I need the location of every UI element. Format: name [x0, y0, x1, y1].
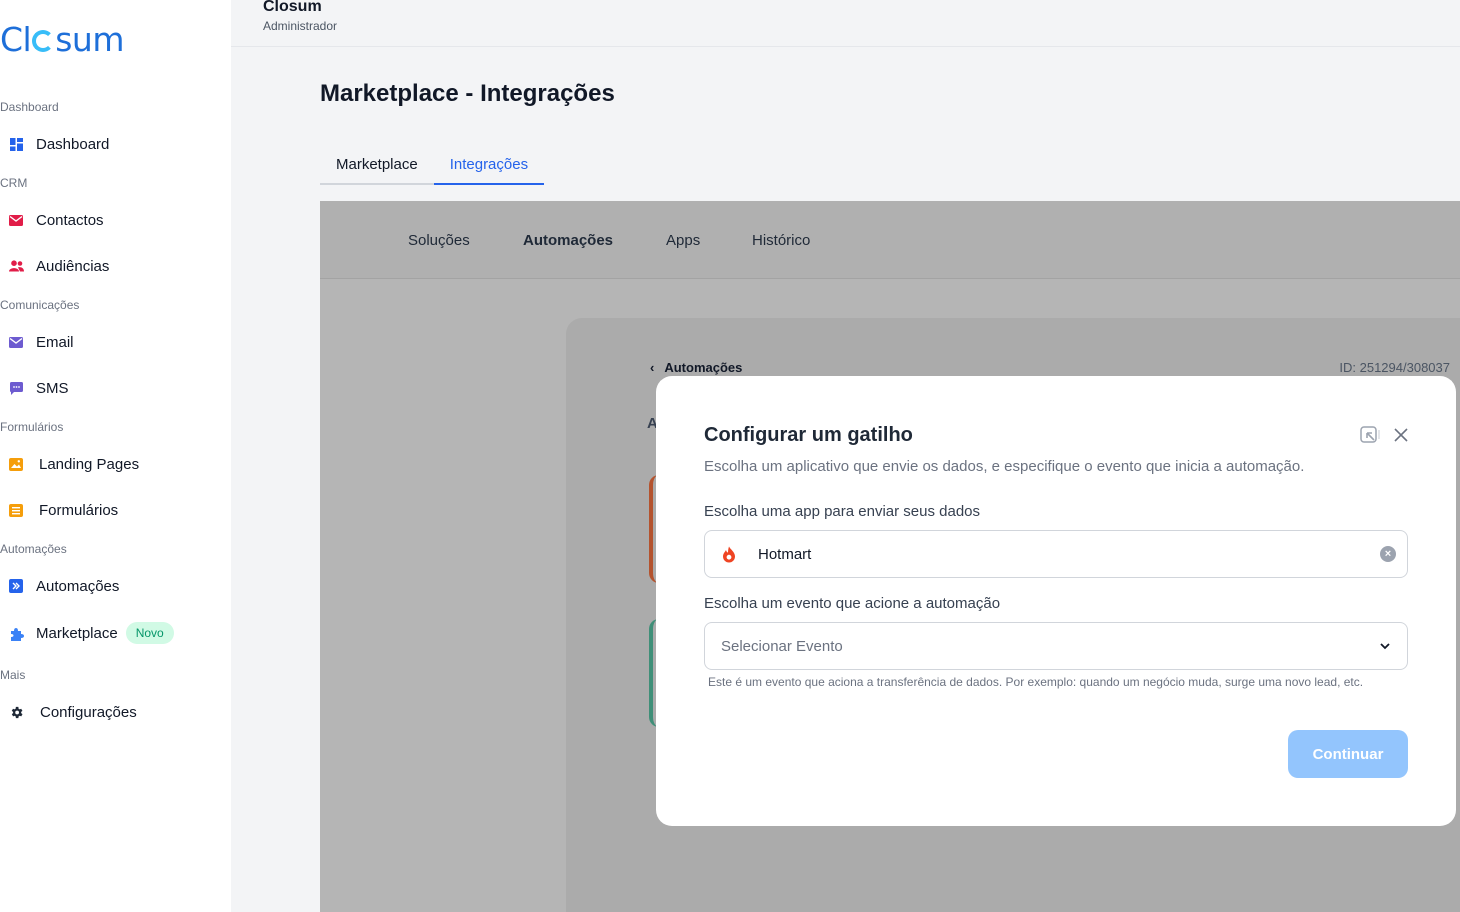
- section-comunicacoes: Comunicações: [0, 298, 80, 312]
- sidebar-item-label: Contactos: [36, 211, 104, 229]
- tab-integracoes[interactable]: Integrações: [433, 150, 545, 185]
- integrations-subnav: Soluções Automações Apps Histórico: [320, 201, 1460, 279]
- section-crm: CRM: [0, 176, 28, 190]
- chevron-left-icon: ‹: [650, 360, 655, 375]
- automation-icon: [8, 578, 24, 594]
- envelope-icon: [8, 212, 24, 228]
- section-mais: Mais: [0, 668, 26, 682]
- event-select[interactable]: Selecionar Evento: [704, 622, 1408, 670]
- sidebar-item-label: Dashboard: [36, 135, 110, 153]
- close-icon[interactable]: [1394, 428, 1408, 447]
- gear-icon: [8, 704, 24, 720]
- logo-o-mark: [32, 30, 55, 52]
- event-field-label: Escolha um evento que acione a automação: [704, 595, 1001, 612]
- minimize-icon[interactable]: [1360, 426, 1380, 449]
- image-icon: [8, 456, 24, 472]
- sidebar: Cl sum Dashboard Dashboard CRM Contactos …: [0, 0, 231, 912]
- sidebar-item-sms[interactable]: SMS: [8, 376, 69, 400]
- section-automacoes: Automações: [0, 542, 67, 556]
- configure-trigger-modal: Configurar um gatilho Escolha um aplicat…: [656, 376, 1456, 826]
- puzzle-icon: [8, 625, 24, 641]
- sidebar-item-label: Automações: [36, 577, 120, 595]
- sidebar-item-audiencias[interactable]: Audiências: [8, 254, 109, 278]
- chevron-down-icon: [1379, 638, 1391, 659]
- sidebar-item-configuracoes[interactable]: Configurações: [8, 700, 137, 724]
- modal-title: Configurar um gatilho: [704, 424, 913, 446]
- hotmart-icon: [722, 546, 736, 563]
- sidebar-item-label: Configurações: [40, 703, 137, 721]
- app-select[interactable]: Hotmart ×: [704, 530, 1408, 578]
- modal-subtitle: Escolha um aplicativo que envie os dados…: [704, 458, 1305, 475]
- tab-marketplace[interactable]: Marketplace: [320, 150, 434, 185]
- page-title: Marketplace - Integrações: [320, 80, 615, 107]
- breadcrumb[interactable]: ‹ Automações: [650, 360, 742, 375]
- sidebar-item-automacoes[interactable]: Automações: [8, 574, 119, 598]
- modal-actions: [1360, 426, 1408, 449]
- subtab-apps[interactable]: Apps: [666, 232, 700, 249]
- page-tabs: Marketplace Integrações: [320, 150, 545, 185]
- user-role: Administrador: [263, 19, 338, 33]
- subtab-historico[interactable]: Histórico: [752, 232, 810, 249]
- clear-selection-icon[interactable]: ×: [1380, 546, 1396, 562]
- app-field-label: Escolha uma app para enviar seus dados: [704, 503, 981, 520]
- closum-logo[interactable]: Cl sum: [0, 20, 124, 59]
- sidebar-item-marketplace[interactable]: Marketplace Novo: [8, 621, 174, 645]
- section-formularios: Formulários: [0, 420, 64, 434]
- event-help-text: Este é um evento que aciona a transferên…: [708, 675, 1364, 689]
- sidebar-item-label: Marketplace: [36, 624, 118, 642]
- sidebar-item-email[interactable]: Email: [8, 330, 74, 354]
- sidebar-item-landing-pages[interactable]: Landing Pages: [8, 452, 139, 476]
- organization-name[interactable]: Closum: [263, 0, 322, 16]
- subtab-automacoes[interactable]: Automações: [523, 232, 613, 249]
- users-icon: [8, 258, 24, 274]
- mail-icon: [8, 334, 24, 350]
- sidebar-item-label: Email: [36, 333, 74, 351]
- new-badge: Novo: [125, 622, 174, 644]
- sidebar-item-formularios[interactable]: Formulários: [8, 498, 118, 522]
- automation-id: ID: 251294/308037: [1339, 360, 1450, 375]
- subtab-solucoes[interactable]: Soluções: [408, 232, 470, 249]
- continue-button[interactable]: Continuar: [1288, 730, 1408, 778]
- form-icon: [8, 502, 24, 518]
- section-dashboard: Dashboard: [0, 100, 59, 114]
- top-header: Closum Administrador: [231, 0, 1460, 47]
- sidebar-item-label: SMS: [36, 379, 69, 397]
- sidebar-item-label: Audiências: [36, 257, 110, 275]
- dashboard-icon: [8, 136, 24, 152]
- event-placeholder: Selecionar Evento: [721, 637, 843, 655]
- selected-app-value: Hotmart: [758, 545, 812, 563]
- sidebar-item-contactos[interactable]: Contactos: [8, 208, 104, 232]
- sidebar-item-label: Landing Pages: [39, 455, 140, 473]
- sidebar-item-dashboard[interactable]: Dashboard: [8, 132, 109, 156]
- chat-icon: [8, 380, 24, 396]
- sidebar-item-label: Formulários: [39, 501, 119, 519]
